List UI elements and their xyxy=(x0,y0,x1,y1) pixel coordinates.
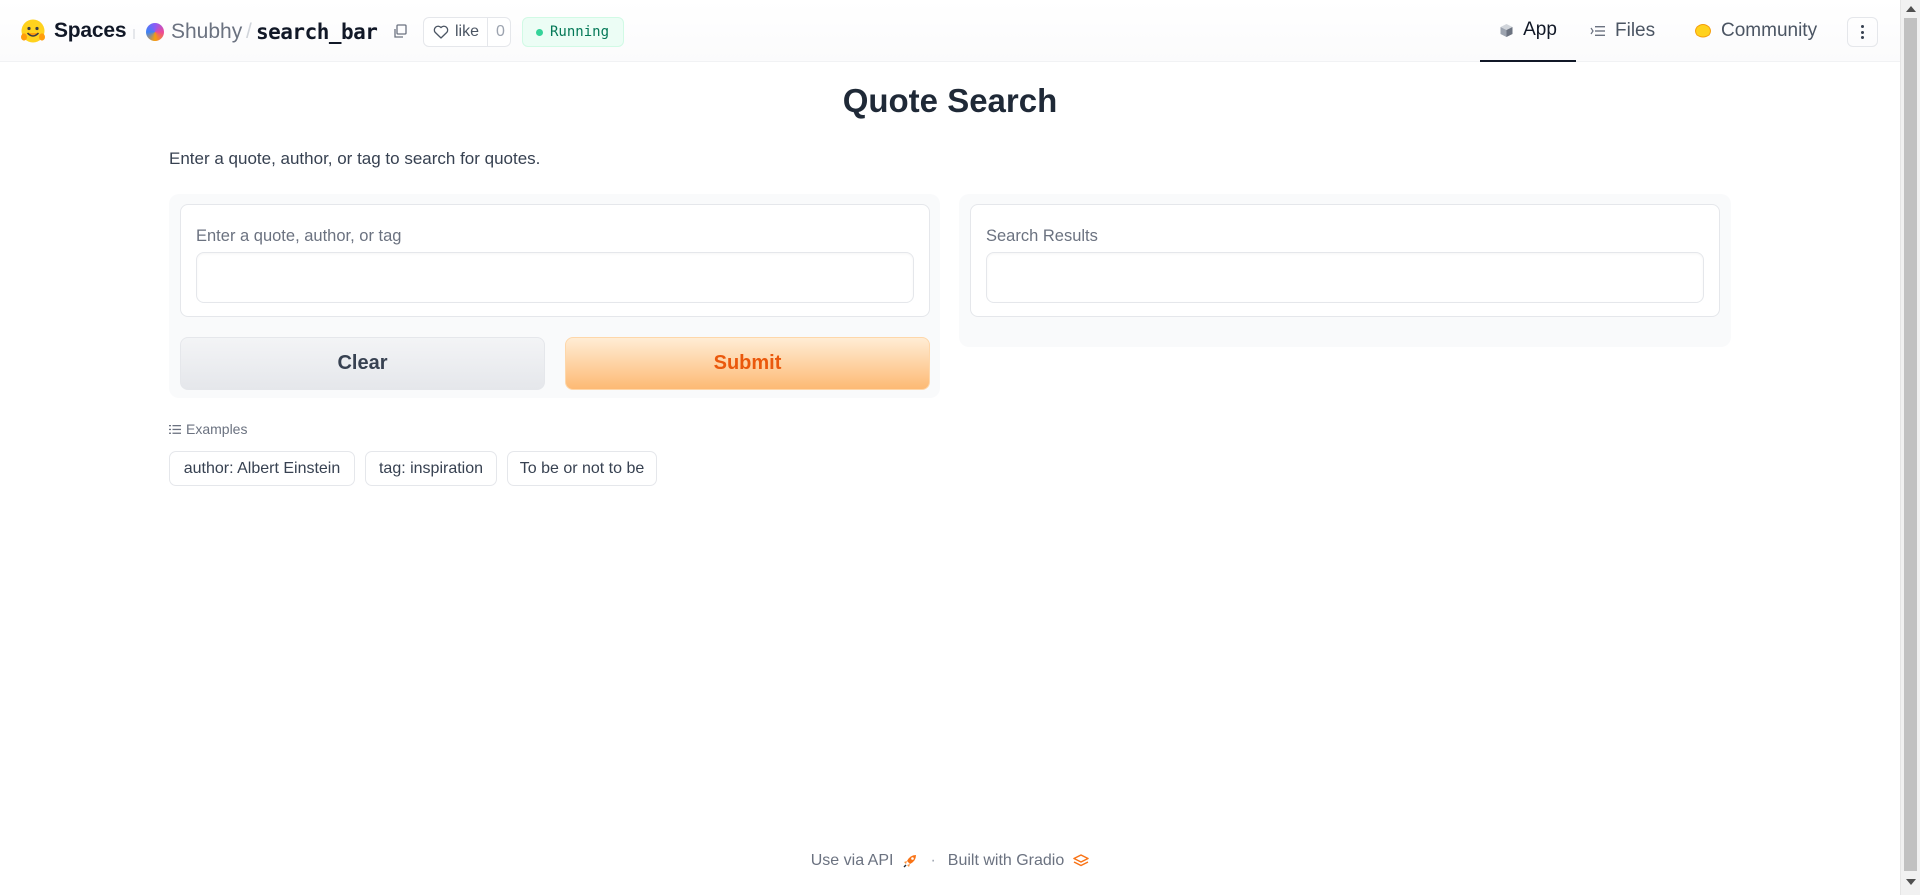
owner-link[interactable]: Shubhy xyxy=(171,20,242,44)
tab-app-label: App xyxy=(1523,19,1557,40)
repo-name-link[interactable]: search_bar xyxy=(256,20,378,44)
page-title: Quote Search xyxy=(842,82,1058,119)
tab-community-label: Community xyxy=(1721,20,1818,41)
more-vertical-icon-dot xyxy=(1861,36,1864,39)
status-label: Running xyxy=(550,24,610,40)
scroll-up-arrow-icon[interactable] xyxy=(1906,6,1916,12)
example-item[interactable]: To be or not to be xyxy=(507,451,657,486)
tab-app[interactable]: App xyxy=(1480,0,1576,62)
heart-icon xyxy=(433,25,449,39)
use-via-api-link[interactable]: Use via API xyxy=(811,852,894,870)
more-options-button[interactable] xyxy=(1847,17,1878,47)
input-label: Enter a quote, author, or tag xyxy=(196,227,402,245)
tab-files-label: Files xyxy=(1615,20,1656,41)
scroll-down-arrow-icon[interactable] xyxy=(1906,879,1916,885)
copy-icon[interactable] xyxy=(393,24,407,39)
list-icon xyxy=(169,424,181,434)
files-icon xyxy=(1590,24,1606,38)
examples-heading: Examples xyxy=(169,421,247,437)
search-results-output[interactable] xyxy=(986,252,1704,303)
output-label: Search Results xyxy=(986,227,1098,245)
tab-files[interactable]: Files xyxy=(1590,0,1662,62)
more-vertical-icon-dot xyxy=(1861,30,1864,34)
input-block: Enter a quote, author, or tag xyxy=(180,204,930,317)
example-item[interactable]: author: Albert Einstein xyxy=(169,451,355,486)
status-dot-icon xyxy=(536,28,543,36)
spaces-home-link[interactable]: Spaces xyxy=(20,18,127,44)
header-divider xyxy=(133,29,135,39)
owner-avatar[interactable] xyxy=(146,23,164,41)
scrollbar-thumb[interactable] xyxy=(1904,18,1917,871)
built-with-gradio-link[interactable]: Built with Gradio xyxy=(948,852,1065,870)
output-block: Search Results xyxy=(970,204,1720,317)
page-scrollbar[interactable] xyxy=(1900,0,1920,895)
hugging-face-icon xyxy=(21,19,45,43)
examples-label: Examples xyxy=(186,421,248,437)
community-icon xyxy=(1694,23,1712,39)
query-input[interactable] xyxy=(196,252,914,303)
page-description: Enter a quote, author, or tag to search … xyxy=(169,149,541,168)
footer-separator: · xyxy=(930,852,936,869)
rocket-icon[interactable] xyxy=(902,853,918,869)
clear-button[interactable]: Clear xyxy=(180,337,545,390)
example-item[interactable]: tag: inspiration xyxy=(365,451,497,486)
submit-button[interactable]: Submit xyxy=(565,337,930,390)
footer: Use via API · Built with Gradio xyxy=(0,852,1900,870)
spaces-brand-label: Spaces xyxy=(54,19,127,42)
like-label: like xyxy=(455,23,480,40)
more-vertical-icon xyxy=(1861,25,1864,28)
gradio-logo-icon[interactable] xyxy=(1073,854,1090,868)
like-count[interactable]: 0 xyxy=(488,23,505,41)
cube-icon xyxy=(1499,23,1514,38)
path-separator: / xyxy=(246,20,252,43)
like-toggle[interactable]: like xyxy=(424,18,489,46)
tab-community[interactable]: Community xyxy=(1694,0,1834,62)
status-badge[interactable]: Running xyxy=(522,17,624,47)
like-button[interactable]: like 0 xyxy=(423,17,511,47)
top-bar: Spaces Shubhy / search_bar like 0 Runnin… xyxy=(0,0,1900,62)
